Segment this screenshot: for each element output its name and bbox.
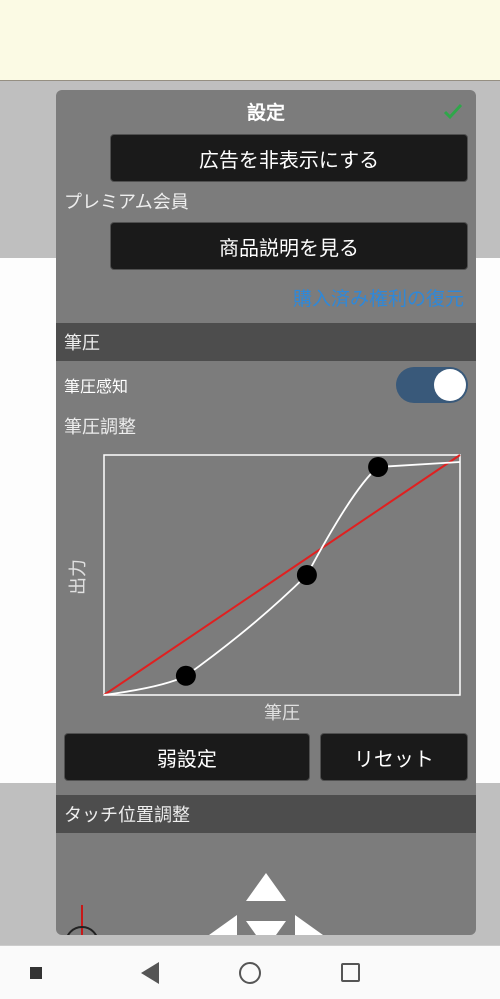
reference-line	[104, 455, 460, 695]
settings-panel: 設定 広告を非表示にする プレミアム会員 商品説明を見る 購入済み権利の復元 筆…	[56, 90, 476, 935]
pressure-adjust-label: 筆圧調整	[56, 409, 476, 443]
pressure-sense-row: 筆圧感知	[56, 361, 476, 409]
panel-header: 設定	[56, 90, 476, 132]
pressure-curve-chart[interactable]: 出力 筆圧	[64, 447, 468, 727]
chart-y-axis-label: 出力	[68, 559, 88, 595]
reset-button[interactable]: リセット	[320, 733, 468, 781]
curve-control-point[interactable]	[297, 565, 317, 585]
panel-title: 設定	[247, 98, 285, 125]
dpad-up-button[interactable]	[246, 873, 286, 901]
app-topbar	[0, 0, 500, 81]
nav-home-button[interactable]	[239, 962, 261, 984]
curve-button-row: 弱設定 リセット	[56, 729, 476, 789]
weak-setting-button[interactable]: 弱設定	[64, 733, 310, 781]
dpad-left-button[interactable]	[209, 915, 237, 935]
toggle-knob	[434, 369, 466, 401]
chart-x-axis-label: 筆圧	[264, 703, 300, 723]
pressure-sense-label: 筆圧感知	[64, 373, 128, 397]
view-product-button[interactable]: 商品説明を見る	[110, 222, 468, 270]
pressure-sense-toggle[interactable]	[396, 367, 468, 403]
touch-origin-icon	[58, 905, 128, 935]
restore-purchases-link[interactable]: 購入済み権利の復元	[56, 272, 476, 317]
curve-control-point[interactable]	[176, 666, 196, 686]
pressure-curve-editor[interactable]: 出力 筆圧	[56, 443, 476, 729]
section-header-pressure: 筆圧	[56, 323, 476, 361]
nav-back-button[interactable]	[141, 962, 159, 984]
check-icon	[441, 99, 465, 123]
android-navbar	[0, 945, 500, 999]
nav-recent-button[interactable]	[341, 963, 360, 982]
confirm-button[interactable]	[436, 94, 470, 128]
nav-indicator-icon	[30, 967, 42, 979]
curve-control-point[interactable]	[368, 457, 388, 477]
dpad-right-button[interactable]	[295, 915, 323, 935]
touch-dpad	[191, 863, 341, 935]
section-header-touch: タッチ位置調整	[56, 795, 476, 833]
touch-calibration-area	[56, 833, 476, 935]
dpad-down-button[interactable]	[246, 921, 286, 935]
premium-label: プレミアム会員	[56, 184, 476, 218]
hide-ads-button[interactable]: 広告を非表示にする	[110, 134, 468, 182]
